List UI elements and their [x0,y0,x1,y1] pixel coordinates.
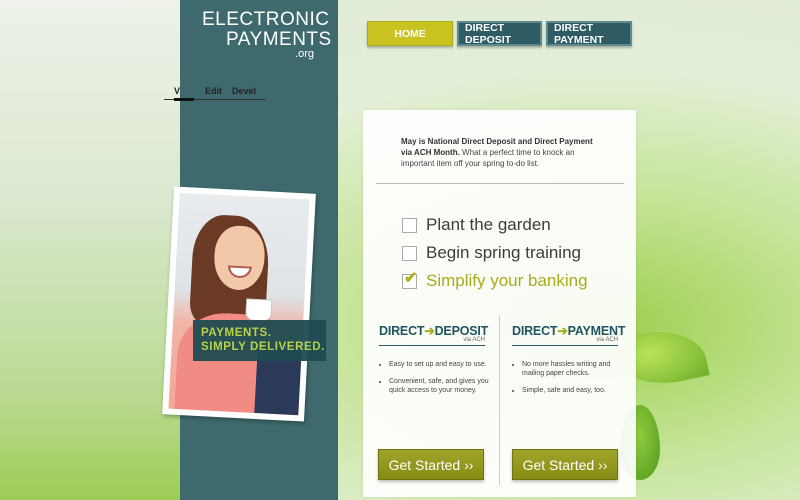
admin-tabs: V Edit Devel [164,86,266,101]
direct-payment-logo[interactable]: DIRECT➔PAYMENT [512,323,632,338]
direct-payment-column: DIRECT➔PAYMENT via ACH No more hassles w… [512,323,632,403]
brand-arrow-icon: ➔ [424,324,435,338]
tab-devel[interactable]: Devel [232,86,256,96]
tab-view[interactable]: V [174,86,180,96]
benefit-item: Simple, safe and easy, too. [522,386,622,395]
logo-line-1: ELECTRONIC [202,9,330,30]
nav-direct-payment[interactable]: DIRECT PAYMENT [546,21,632,46]
tagline-banner: PAYMENTS. SIMPLY DELIVERED. [193,320,326,361]
brand-arrow-icon: ➔ [557,324,568,338]
checklist-item-checked[interactable]: ✔ Simplify your banking [402,267,588,295]
woman-laughing-photo [168,192,310,416]
checklist-label: Begin spring training [426,243,581,262]
main-nav: HOME DIRECT DEPOSIT DIRECT PAYMENT [367,21,632,46]
checkbox-icon[interactable] [402,217,417,233]
direct-deposit-get-started-button[interactable]: Get Started ›› [378,449,484,480]
divider [376,183,624,184]
checklist-label: Plant the garden [426,215,551,234]
logo-line-2: PAYMENTS [226,29,332,50]
tagline-line-2: SIMPLY DELIVERED. [201,341,325,353]
checkmark-icon: ✔ [404,269,418,287]
checked-checkbox-icon[interactable]: ✔ [402,269,418,289]
tagline-line-1: PAYMENTS. [201,327,272,339]
brand-rule [379,345,485,346]
brand-prefix: DIRECT [512,324,558,338]
brand-suffix: DEPOSIT [434,324,489,338]
direct-deposit-logo[interactable]: DIRECT➔DEPOSIT [379,323,499,338]
column-divider [499,315,500,485]
background-left [0,0,180,500]
brand-suffix: PAYMENT [567,324,626,338]
benefits-list: Easy to set up and easy to use. Convenie… [379,360,499,395]
photo-frame [162,186,316,422]
checklist-item[interactable]: Begin spring training [402,239,588,267]
benefits-list: No more hassles writing and mailing pape… [512,360,632,395]
direct-payment-get-started-button[interactable]: Get Started ›› [512,449,618,480]
todo-checklist: Plant the garden Begin spring training ✔… [402,211,588,295]
benefit-item: Easy to set up and easy to use. [389,360,489,369]
benefit-item: No more hassles writing and mailing pape… [522,360,622,378]
site-logo[interactable]: ELECTRONIC PAYMENTS .org [202,9,332,60]
benefit-item: Convenient, safe, and gives you quick ac… [389,377,489,395]
nav-direct-deposit[interactable]: DIRECT DEPOSIT [457,21,542,46]
content-panel: May is National Direct Deposit and Direc… [363,110,636,497]
direct-deposit-column: DIRECT➔DEPOSIT via ACH Easy to set up an… [379,323,499,403]
checklist-item[interactable]: Plant the garden [402,211,588,239]
active-tab-indicator [174,98,194,101]
logo-line-3: .org [295,48,314,60]
checklist-label: Simplify your banking [426,271,588,290]
intro-text: May is National Direct Deposit and Direc… [401,136,601,169]
brand-rule [512,345,618,346]
brand-prefix: DIRECT [379,324,425,338]
tab-edit[interactable]: Edit [205,86,222,96]
nav-home[interactable]: HOME [367,21,453,46]
checkbox-icon[interactable] [402,245,417,261]
